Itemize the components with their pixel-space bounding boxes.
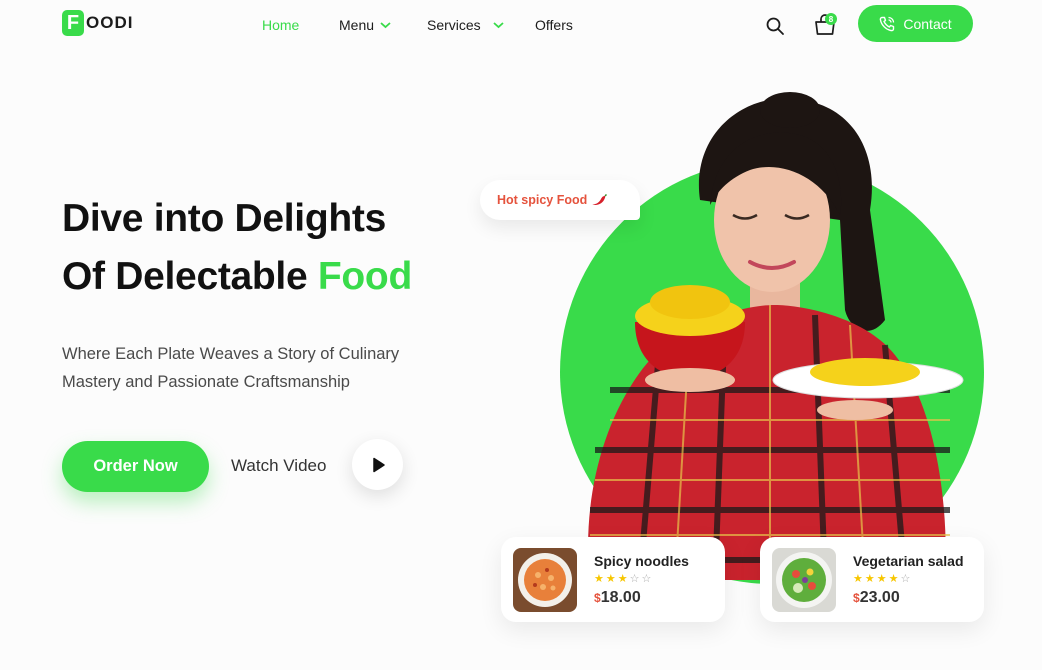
phone-icon bbox=[880, 16, 895, 31]
rating-stars: ★ ★ ★ ★ ☆ bbox=[853, 572, 964, 585]
hero-title: Dive into Delights Of Delectable Food bbox=[62, 190, 412, 306]
nav-offers[interactable]: Offers bbox=[535, 17, 573, 33]
nav-services-label: Services bbox=[427, 17, 481, 33]
star-empty-icon: ☆ bbox=[629, 572, 640, 585]
star-empty-icon: ☆ bbox=[900, 572, 911, 585]
star-filled-icon: ★ bbox=[594, 572, 604, 585]
dish-card[interactable]: Spicy noodles ★ ★ ★ ☆ ☆ $18.00 bbox=[501, 537, 725, 622]
order-now-button[interactable]: Order Now bbox=[62, 441, 209, 492]
contact-label: Contact bbox=[903, 15, 952, 32]
dish-info: Spicy noodles ★ ★ ★ ☆ ☆ $18.00 bbox=[594, 553, 689, 607]
vegetarian-salad-image bbox=[772, 547, 836, 612]
dish-price: $18.00 bbox=[594, 589, 689, 607]
chili-icon bbox=[592, 194, 608, 205]
watch-video-link[interactable]: Watch Video bbox=[231, 456, 326, 476]
nav-home[interactable]: Home bbox=[262, 17, 339, 33]
star-empty-icon: ☆ bbox=[641, 572, 652, 585]
main-nav: Home Menu Services Offers bbox=[262, 17, 573, 33]
contact-button[interactable]: Contact bbox=[858, 5, 973, 42]
star-filled-icon: ★ bbox=[864, 572, 875, 585]
spicy-noodles-image bbox=[513, 547, 577, 612]
hot-spicy-bubble: Hot spicy Food bbox=[480, 180, 640, 220]
hero-title-accent: Food bbox=[317, 255, 412, 298]
logo-badge: F bbox=[62, 10, 84, 36]
nav-offers-label: Offers bbox=[535, 17, 573, 33]
play-video-button[interactable] bbox=[352, 439, 403, 490]
search-icon[interactable] bbox=[765, 16, 785, 36]
dish-name: Vegetarian salad bbox=[853, 552, 964, 569]
dish-price: $23.00 bbox=[853, 589, 964, 607]
nav-home-label: Home bbox=[262, 17, 300, 33]
nav-menu[interactable]: Menu bbox=[339, 17, 427, 33]
price-value: 23.00 bbox=[859, 588, 900, 606]
dish-info: Vegetarian salad ★ ★ ★ ★ ☆ $23.00 bbox=[853, 553, 964, 607]
logo-text: OODI bbox=[86, 13, 134, 32]
hero-title-line1: Dive into Delights bbox=[62, 197, 386, 240]
nav-menu-label: Menu bbox=[339, 17, 375, 33]
rating-stars: ★ ★ ★ ☆ ☆ bbox=[594, 572, 689, 585]
chevron-down-icon bbox=[380, 22, 391, 29]
currency-symbol: $ bbox=[594, 590, 601, 605]
hero-subtitle-line2: Mastery and Passionate Craftsmanship bbox=[62, 373, 350, 391]
star-filled-icon: ★ bbox=[888, 572, 899, 585]
dish-card[interactable]: Vegetarian salad ★ ★ ★ ★ ☆ $23.00 bbox=[760, 537, 984, 622]
star-filled-icon: ★ bbox=[617, 572, 628, 585]
logo[interactable]: F OODI bbox=[62, 10, 133, 36]
price-value: 18.00 bbox=[600, 588, 641, 606]
hot-spicy-text: Hot spicy Food bbox=[497, 193, 588, 207]
dish-name: Spicy noodles bbox=[594, 552, 689, 569]
star-filled-icon: ★ bbox=[853, 572, 863, 585]
play-icon bbox=[372, 457, 385, 472]
nav-services[interactable]: Services bbox=[427, 17, 535, 33]
star-filled-icon: ★ bbox=[876, 572, 887, 585]
hero-subtitle-line1: Where Each Plate Weaves a Story of Culin… bbox=[62, 345, 400, 363]
star-filled-icon: ★ bbox=[605, 572, 616, 585]
chef-woman-image bbox=[588, 92, 964, 580]
hero-title-line2-prefix: Of Delectable bbox=[62, 255, 318, 298]
hero-subtitle: Where Each Plate Weaves a Story of Culin… bbox=[62, 340, 462, 396]
currency-symbol: $ bbox=[853, 590, 860, 605]
chevron-down-icon bbox=[493, 22, 504, 29]
cart-count-badge: 8 bbox=[825, 13, 837, 25]
